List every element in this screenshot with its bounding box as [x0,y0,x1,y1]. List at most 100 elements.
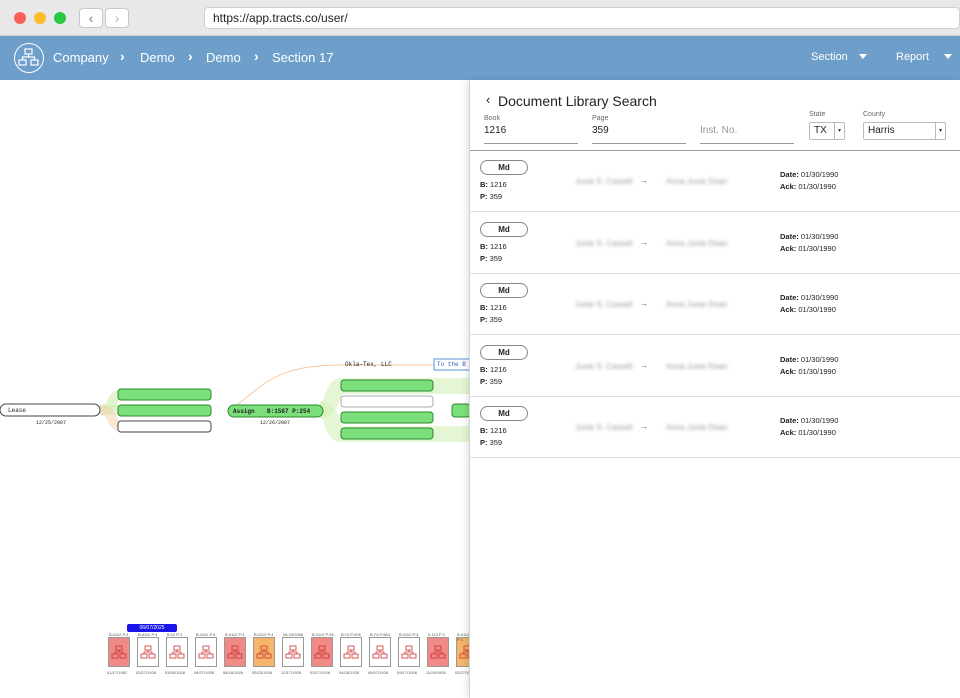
book-ref: B: 1216 [480,241,507,251]
timeline-document-icon[interactable] [282,637,304,667]
timeline-doc-date: 02/27/1927 [455,670,470,675]
ack-date: Ack: 01/30/1990 [780,243,836,253]
grantee-name: Anna Junie Doan [666,238,728,248]
timeline-doc-date: 03/17/1926 [310,670,331,675]
timeline-doc-ref: B:74 P:926 [341,632,361,637]
timeline-document-icon[interactable] [398,637,420,667]
timeline-doc-date: 06/18/1926 [223,670,244,675]
breadcrumb-section[interactable]: Section 17 [272,50,333,65]
section-dropdown-icon[interactable] [859,54,867,59]
doc-type-pill[interactable]: Md [480,406,528,421]
grantee-name: Anna Junie Doan [666,423,728,432]
timeline-doc-ref: B:4112 P:4 [138,632,158,637]
assign-label: Assign [233,408,255,415]
section-menu[interactable]: Section [811,51,848,63]
breadcrumb-company[interactable]: Company [53,50,109,65]
result-row[interactable]: Md B: 1216 P: 359 Junie S. Cassell → Anna Jun… [470,397,960,458]
doc-type-pill[interactable]: Md [480,344,528,360]
tract-canvas[interactable]: Lease 12/25/2007 Assign B:1587 P:254 12/… [0,80,470,698]
close-window-button[interactable] [14,12,26,24]
doc-type-pill[interactable]: Md [480,160,528,175]
book-ref: B: 1216 [480,364,507,374]
grantor-name: Junie S. Cassell [575,177,633,186]
ack-date: Ack: 01/30/1990 [780,366,836,376]
result-row[interactable]: Md B: 1216 P: 359 Junie S. Cassell → Anna Jun… [470,151,960,212]
result-row[interactable]: Md B: 1216 P: 359 Junie S. Cassell → Anna Jun… [470,274,960,335]
timeline-doc-date: 04/28/1926 [339,670,360,675]
doc-type-pill[interactable]: Md [480,221,528,237]
timeline-doc-date: 09/17/1926 [397,670,418,675]
address-bar[interactable]: https://app.tracts.co/user/ [204,7,960,29]
grantee-name: Anna Junie Doan [666,361,728,371]
page-label: Page [592,115,609,122]
grantor-name: Junie S. Cassell [575,423,633,432]
assign-date: 12/26/2007 [260,420,291,426]
timeline-doc-ref: B:4112 P:4 [254,632,274,637]
report-menu[interactable]: Report [896,51,929,63]
breadcrumb-demo[interactable]: Demo [140,50,175,65]
to-the-link[interactable]: To the B [437,361,466,368]
timeline-doc-date: 04/27/1926 [194,670,215,675]
timeline-document-icon[interactable] [166,637,188,667]
inst-no-field[interactable]: Inst. No. [700,125,737,136]
county-dropdown-icon[interactable]: ▾ [935,123,945,139]
report-dropdown-icon[interactable] [944,54,952,59]
forward-arrow-icon[interactable]: › [105,8,129,28]
timeline-document-icon[interactable] [195,637,217,667]
result-row[interactable]: Md B: 1216 P: 359 Junie S. Cassell → Anna Jun… [470,336,960,397]
chain-graph [0,358,470,442]
timeline-doc-date: 11/26/1926 [426,670,446,675]
timeline-document-icon[interactable] [108,637,130,667]
lease-date: 12/25/2007 [36,420,67,426]
panel-title: Document Library Search [498,93,657,109]
state-dropdown-icon[interactable]: ▾ [834,123,844,139]
state-select[interactable]: TX ▾ [809,122,845,140]
record-date: Date: 01/30/1990 [780,231,839,241]
page-field[interactable]: 359 [592,125,609,136]
timeline-document-icon[interactable] [340,637,362,667]
breadcrumb-chevron-icon: › [188,48,193,64]
page-ref: P: 359 [480,192,503,201]
okla-tex-label: Okla-Tex, LLC [345,361,392,368]
timeline-doc-date: 01/17/1962 [107,670,128,675]
doc-type-pill[interactable]: Md [480,283,528,298]
record-date: Date: 01/30/1990 [780,293,839,302]
timeline-document-icon[interactable] [369,637,391,667]
result-row[interactable]: Md B: 1216 P: 359 Junie S. Cassell → Anna Jun… [470,213,960,274]
timeline-doc-date: 12/17/1926 [281,670,302,675]
page-ref: P: 359 [480,438,503,447]
arrow-right-icon: → [640,299,648,308]
record-date: Date: 01/30/1990 [780,354,839,364]
timeline-doc-ref: B:74 P:984 [370,632,390,637]
record-date: Date: 01/30/1990 [780,416,839,425]
timeline-document-icon[interactable] [137,637,159,667]
document-search-panel: ‹ Document Library Search Book 1216 Page… [469,80,960,698]
grantor-name: Junie S. Cassell [575,361,633,371]
company-logo-icon[interactable] [14,43,44,73]
arrow-right-icon: → [640,176,648,185]
timeline-doc-ref: 06-19/2006 [283,632,304,637]
timeline-document-icon[interactable] [311,637,333,667]
record-date: Date: 01/30/1990 [780,170,839,179]
timeline-document-icon[interactable] [224,637,246,667]
assign-ref: B:1587 P:254 [267,408,311,415]
book-field[interactable]: 1216 [484,125,506,136]
timeline-doc-date: 05/23/1926 [252,670,273,675]
breadcrumb-demo-2[interactable]: Demo [206,50,241,65]
back-arrow-icon[interactable]: ‹ [79,8,103,28]
timeline-document-icon[interactable] [253,637,275,667]
grantee-name: Anna Junie Doan [666,177,728,186]
timeline-document-icon[interactable] [427,637,449,667]
ack-date: Ack: 01/30/1990 [780,428,836,437]
page-ref: P: 359 [480,376,503,386]
book-ref: B: 1216 [480,180,507,189]
browser-toolbar: ‹ › https://app.tracts.co/user/ [0,0,960,36]
timeline-doc-ref: B:4112 P:4 [196,632,216,637]
maximize-window-button[interactable] [54,12,66,24]
timeline-date-badge[interactable]: 06/07/2025 [127,624,177,632]
book-label: Book [484,115,500,122]
back-chevron-icon[interactable]: ‹ [486,92,490,107]
minimize-window-button[interactable] [34,12,46,24]
county-select[interactable]: Harris ▾ [863,122,946,140]
timeline-doc-ref: B:3112 P:26 [312,632,334,637]
